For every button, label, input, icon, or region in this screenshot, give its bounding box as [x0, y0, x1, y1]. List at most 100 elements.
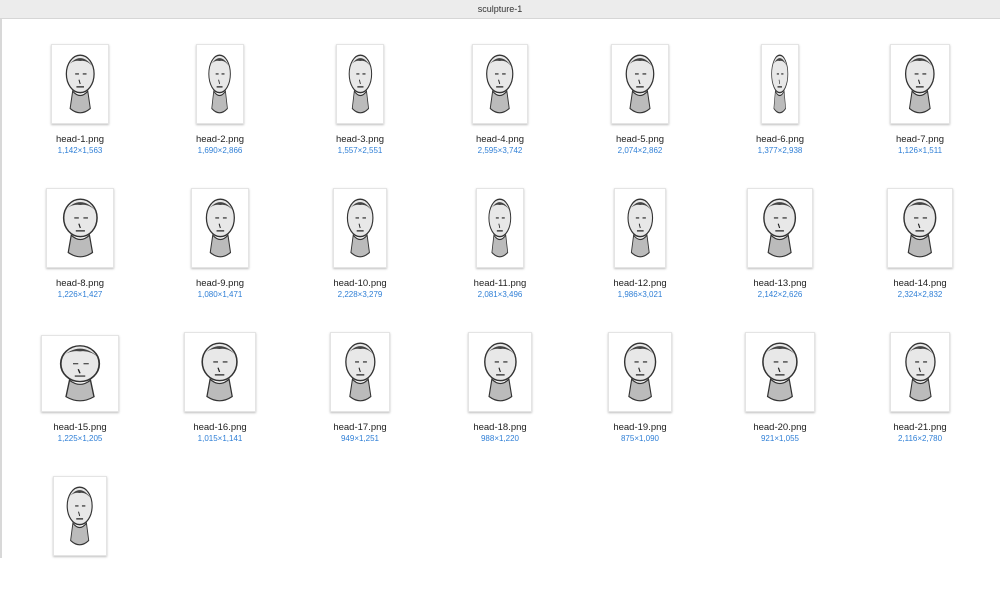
image-thumbnail[interactable] [747, 188, 813, 268]
file-name: head-14.png [893, 278, 947, 289]
file-item[interactable]: head-6.png 1,377×2,938 [710, 38, 850, 178]
image-thumbnail[interactable] [190, 188, 250, 268]
file-item[interactable]: head-4.png 2,595×3,742 [430, 38, 570, 178]
sculpture-head-icon [904, 342, 936, 402]
image-thumbnail[interactable] [335, 44, 385, 124]
image-thumbnail[interactable] [184, 332, 256, 412]
sculpture-head-icon [66, 486, 94, 546]
sculpture-head-icon [59, 345, 101, 402]
file-name: head-5.png [615, 134, 665, 145]
sculpture-head-icon [346, 198, 374, 258]
image-thumbnail[interactable] [41, 335, 119, 412]
sculpture-head-icon [483, 342, 517, 402]
file-name: head-10.png [333, 278, 387, 289]
file-item[interactable]: head-15.png 1,225×1,205 [10, 326, 150, 466]
window-titlebar: sculpture-1 [0, 0, 1000, 19]
file-item[interactable]: head-1.png 1,142×1,563 [10, 38, 150, 178]
sculpture-head-icon [208, 54, 232, 114]
file-name: head-19.png [613, 422, 667, 433]
file-name: head-9.png [195, 278, 245, 289]
file-name: head-18.png [473, 422, 527, 433]
file-name: head-1.png [55, 134, 105, 145]
file-item[interactable]: head-7.png 1,126×1,511 [850, 38, 990, 178]
file-dimensions: 1,225×1,205 [57, 434, 103, 443]
file-item[interactable]: head-9.png 1,080×1,471 [150, 182, 290, 322]
file-name: head-15.png [53, 422, 107, 433]
image-thumbnail[interactable] [50, 44, 110, 124]
image-thumbnail[interactable] [53, 476, 107, 556]
sculpture-head-icon [903, 198, 937, 258]
image-thumbnail[interactable] [613, 188, 667, 268]
sculpture-head-icon [348, 54, 372, 114]
sculpture-head-icon [344, 342, 376, 402]
file-name: head-11.png [473, 278, 527, 289]
image-thumbnail[interactable] [329, 332, 391, 412]
file-dimensions: 1,080×1,471 [197, 290, 243, 299]
window-title: sculpture-1 [477, 4, 523, 14]
file-dimensions: 921×1,055 [760, 434, 800, 443]
file-dimensions: 1,142×1,563 [57, 146, 103, 155]
file-name: head-4.png [475, 134, 525, 145]
file-dimensions: 1,986×3,021 [617, 290, 663, 299]
file-item[interactable]: head-13.png 2,142×2,626 [710, 182, 850, 322]
file-item[interactable]: head-12.png 1,986×3,021 [570, 182, 710, 322]
image-thumbnail[interactable] [761, 44, 799, 124]
file-name: head-16.png [193, 422, 247, 433]
image-thumbnail[interactable] [611, 44, 669, 124]
file-item[interactable]: head-19.png 875×1,090 [570, 326, 710, 466]
file-item[interactable] [10, 470, 150, 610]
file-dimensions: 2,074×2,862 [617, 146, 663, 155]
image-thumbnail[interactable] [45, 188, 115, 268]
sculpture-head-icon [201, 342, 239, 402]
image-thumbnail[interactable] [467, 332, 533, 412]
file-dimensions: 1,226×1,427 [57, 290, 103, 299]
file-name: head-21.png [893, 422, 947, 433]
file-name: head-12.png [613, 278, 667, 289]
file-dimensions: 2,081×3,496 [477, 290, 523, 299]
file-name: head-20.png [753, 422, 807, 433]
file-item[interactable]: head-14.png 2,324×2,832 [850, 182, 990, 322]
image-thumbnail[interactable] [607, 332, 673, 412]
file-item[interactable]: head-20.png 921×1,055 [710, 326, 850, 466]
image-thumbnail[interactable] [887, 188, 953, 268]
file-item[interactable]: head-17.png 949×1,251 [290, 326, 430, 466]
file-item[interactable]: head-10.png 2,228×3,279 [290, 182, 430, 322]
file-name: head-8.png [55, 278, 105, 289]
image-thumbnail[interactable] [476, 188, 524, 268]
sculpture-head-icon [623, 342, 657, 402]
sculpture-head-icon [65, 54, 95, 114]
file-dimensions: 2,228×3,279 [337, 290, 383, 299]
file-item[interactable]: head-2.png 1,690×2,866 [150, 38, 290, 178]
file-dimensions: 988×1,220 [480, 434, 520, 443]
image-thumbnail[interactable] [196, 44, 244, 124]
sculpture-head-icon [205, 198, 235, 258]
image-thumbnail[interactable] [745, 332, 815, 412]
file-item[interactable]: head-5.png 2,074×2,862 [570, 38, 710, 178]
file-item[interactable]: head-3.png 1,557×2,551 [290, 38, 430, 178]
file-item[interactable]: head-21.png 2,116×2,780 [850, 326, 990, 466]
sculpture-head-icon [627, 198, 653, 258]
sculpture-head-icon [762, 342, 798, 402]
sculpture-head-icon [771, 54, 789, 114]
image-thumbnail[interactable] [472, 44, 528, 124]
file-dimensions: 2,324×2,832 [897, 290, 943, 299]
image-thumbnail[interactable] [889, 332, 951, 412]
file-dimensions: 1,015×1,141 [197, 434, 243, 443]
sculpture-head-icon [62, 198, 98, 258]
file-item[interactable]: head-18.png 988×1,220 [430, 326, 570, 466]
file-item[interactable]: head-11.png 2,081×3,496 [430, 182, 570, 322]
image-thumbnail[interactable] [890, 44, 950, 124]
sculpture-head-icon [763, 198, 797, 258]
file-name: head-13.png [753, 278, 807, 289]
file-dimensions: 2,116×2,780 [897, 434, 943, 443]
file-name: head-6.png [755, 134, 805, 145]
file-name: head-2.png [195, 134, 245, 145]
sculpture-head-icon [486, 54, 514, 114]
file-dimensions: 2,595×3,742 [477, 146, 523, 155]
file-item[interactable]: head-16.png 1,015×1,141 [150, 326, 290, 466]
file-dimensions: 875×1,090 [620, 434, 660, 443]
window-border [0, 19, 2, 558]
file-dimensions: 1,377×2,938 [757, 146, 803, 155]
file-item[interactable]: head-8.png 1,226×1,427 [10, 182, 150, 322]
image-thumbnail[interactable] [332, 188, 388, 268]
